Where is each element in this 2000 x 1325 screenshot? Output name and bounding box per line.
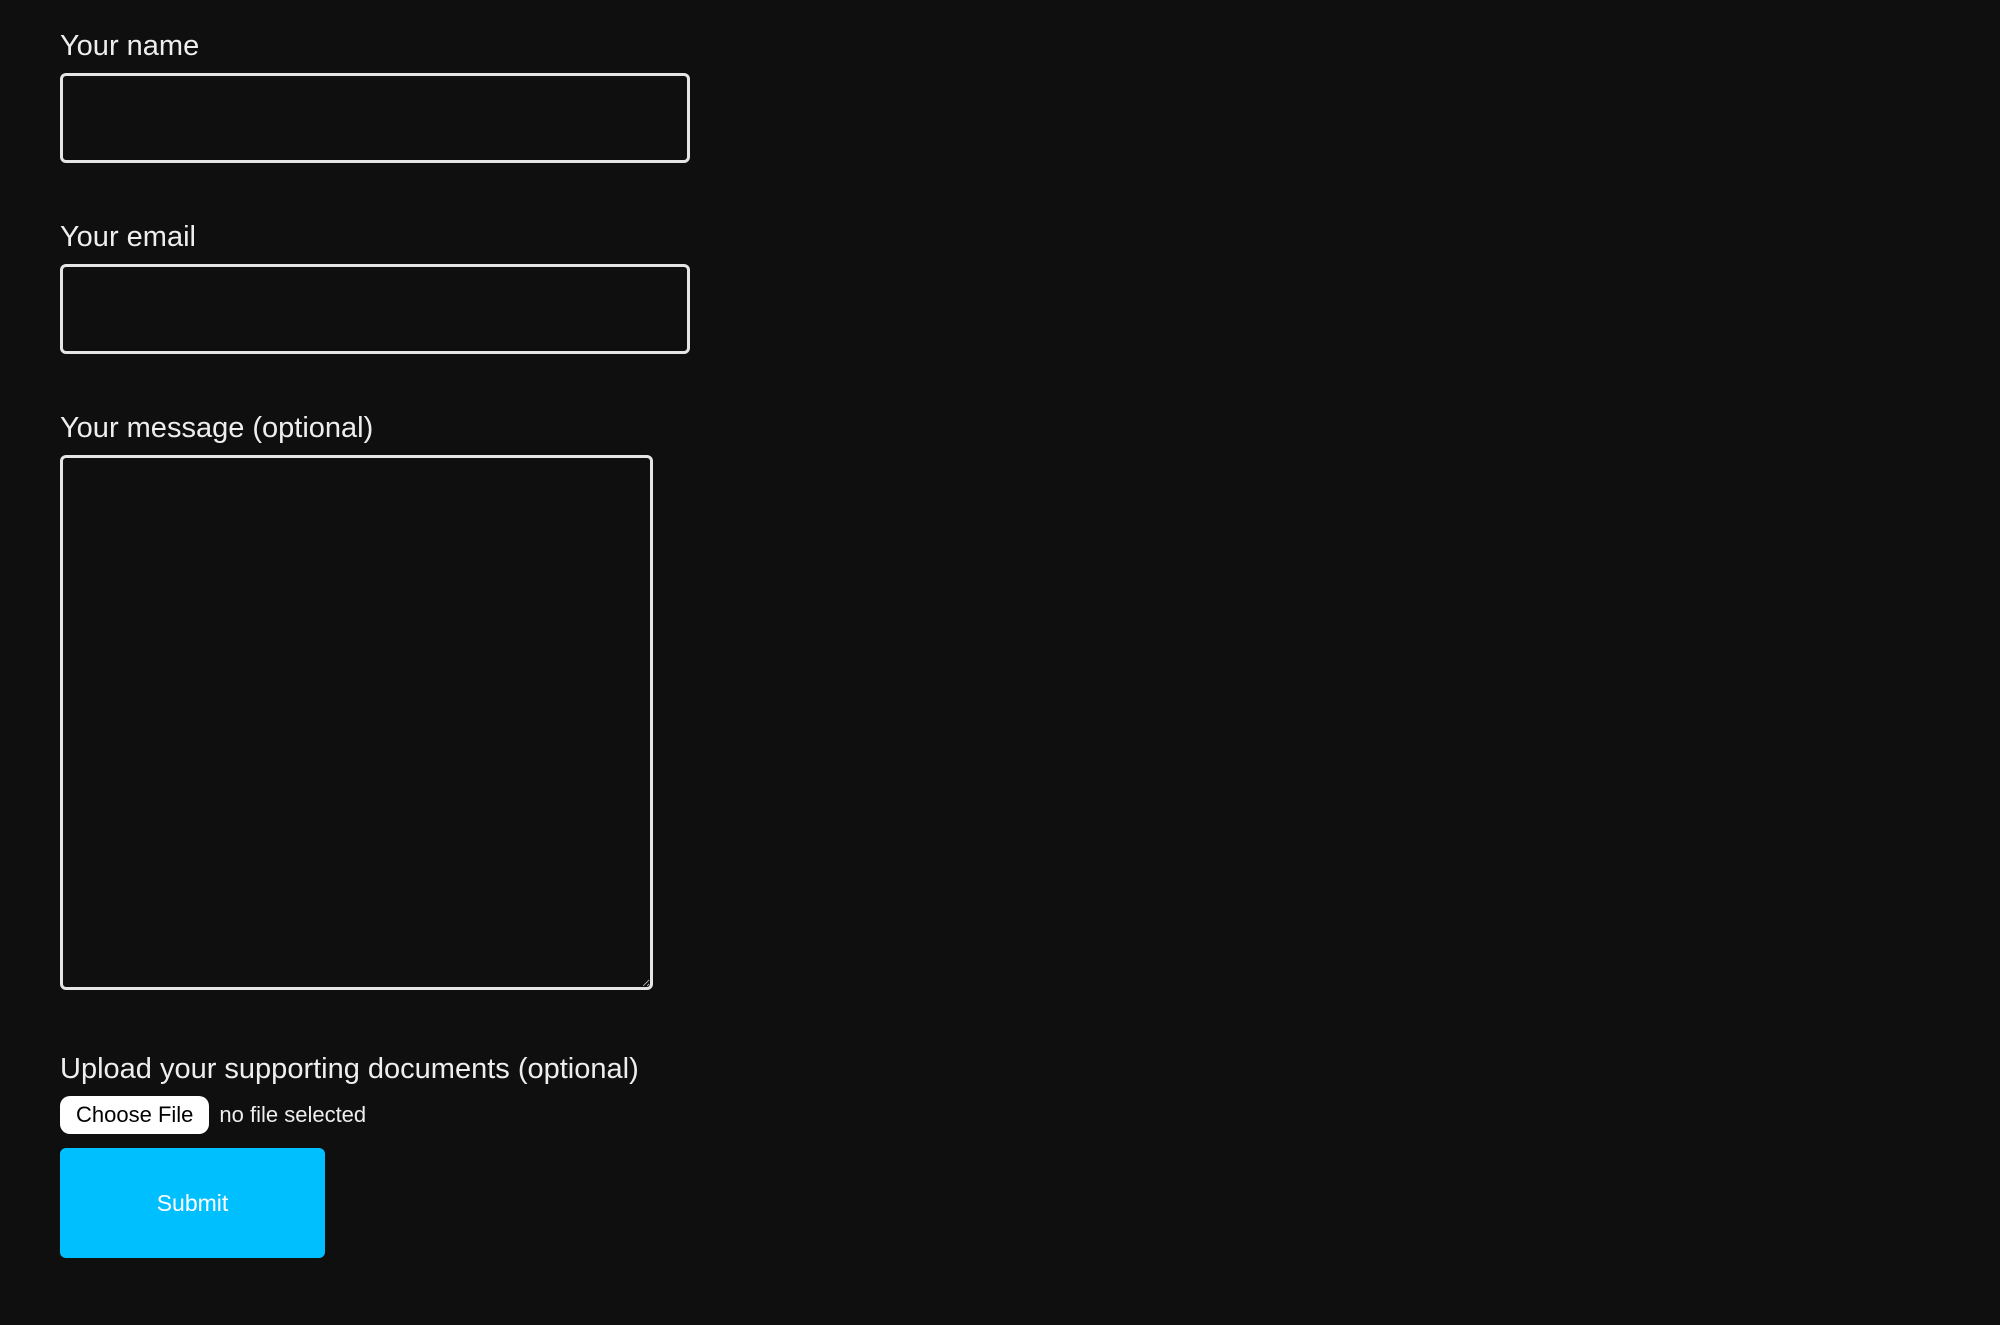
name-field-group: Your name: [60, 30, 1940, 163]
email-input[interactable]: [60, 264, 690, 354]
file-status-text: no file selected: [219, 1102, 366, 1128]
email-field-group: Your email: [60, 221, 1940, 354]
file-input-row: Choose File no file selected: [60, 1096, 1940, 1134]
upload-field-group: Upload your supporting documents (option…: [60, 1053, 1940, 1258]
contact-form: Your name Your email Your message (optio…: [60, 30, 1940, 1258]
message-field-group: Your message (optional): [60, 412, 1940, 995]
name-input[interactable]: [60, 73, 690, 163]
name-label: Your name: [60, 30, 1940, 63]
upload-label: Upload your supporting documents (option…: [60, 1053, 1940, 1086]
submit-button[interactable]: Submit: [60, 1148, 325, 1258]
email-label: Your email: [60, 221, 1940, 254]
choose-file-button[interactable]: Choose File: [60, 1096, 209, 1134]
message-input[interactable]: [60, 455, 653, 990]
message-label: Your message (optional): [60, 412, 1940, 445]
